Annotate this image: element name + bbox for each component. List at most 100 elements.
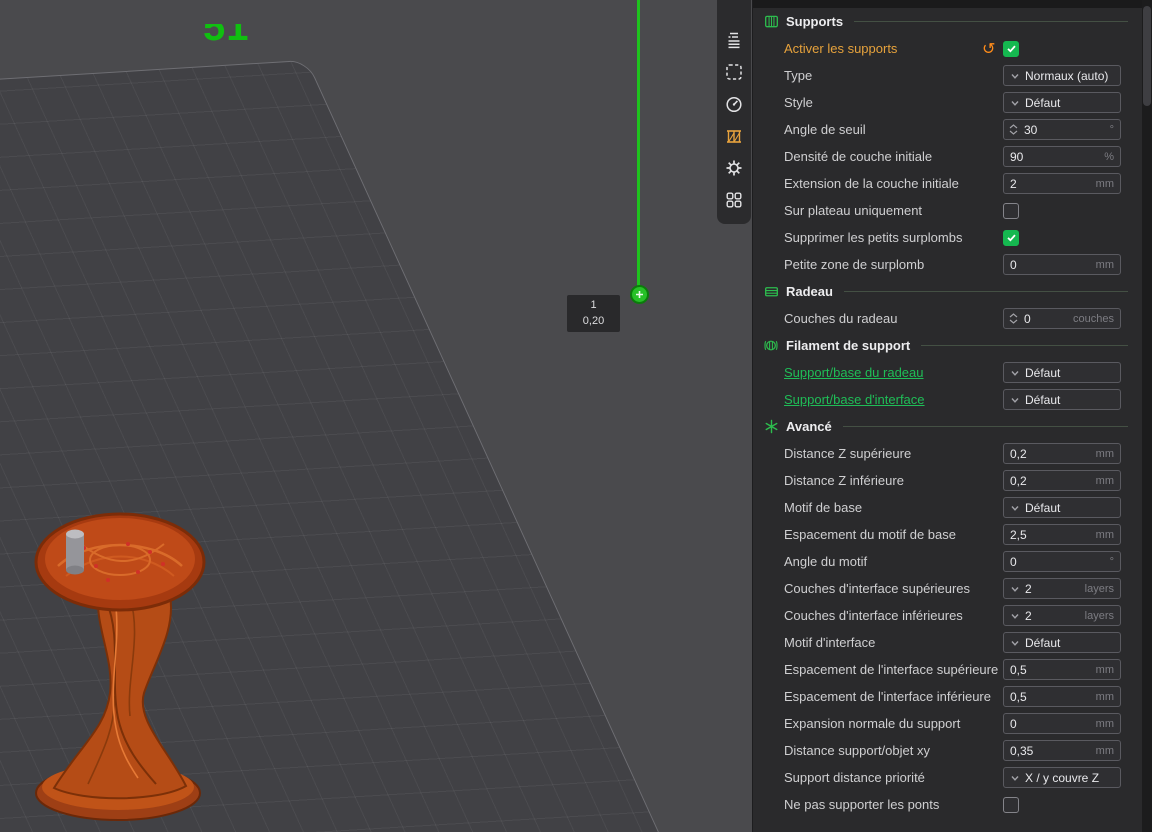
unit-label: %	[1104, 150, 1114, 163]
setting-label: Couches du radeau	[784, 311, 898, 326]
dropdown-value: Normaux (auto)	[1025, 68, 1109, 83]
viewport-3d[interactable]: 51 1 0,20	[0, 0, 752, 832]
input-value: 2	[1010, 176, 1017, 191]
filament-icon	[763, 338, 779, 354]
section-title: Supports	[786, 14, 844, 29]
toolbar-tab-quality[interactable]	[724, 32, 744, 52]
layer-height: 0,20	[582, 314, 605, 327]
support-base-du-radeau-dropdown[interactable]: Défaut	[1003, 362, 1121, 383]
couches-du-radeau-spinner[interactable]: 0 couches	[1003, 308, 1121, 329]
spinner-value: 0	[1024, 311, 1031, 326]
setting-row-supprimer-les-petits-surplombs: Supprimer les petits surplombs	[753, 224, 1142, 251]
strength-icon	[724, 62, 744, 87]
setting-row-extension-de-la-couche-initiale: Extension de la couche initiale 2 mm	[753, 170, 1142, 197]
distance-support-objet-xy-input[interactable]: 0,35 mm	[1003, 740, 1121, 761]
setting-row-distance-z-inferieure: Distance Z inférieure 0,2 mm	[753, 467, 1142, 494]
setting-label: Supprimer les petits surplombs	[784, 230, 963, 245]
setting-label: Type	[784, 68, 813, 83]
panel-top-strip	[753, 0, 1142, 8]
extension-de-la-couche-initiale-input[interactable]: 2 mm	[1003, 173, 1121, 194]
activer-les-supports-checkbox[interactable]	[1003, 40, 1019, 57]
input-value: 90	[1010, 149, 1024, 164]
setting-row-couches-d-interface-inferieures: Couches d'interface inférieures 2 layers	[753, 602, 1142, 629]
section-title: Avancé	[786, 419, 832, 434]
unit-label: mm	[1095, 663, 1114, 676]
setting-row-distance-z-superieure: Distance Z supérieure 0,2 mm	[753, 440, 1142, 467]
angle-de-seuil-spinner[interactable]: 30 °	[1003, 119, 1121, 140]
section-header-filament-de-support: Filament de support	[753, 332, 1142, 359]
sur-plateau-uniquement-checkbox[interactable]	[1003, 202, 1019, 219]
section-divider	[921, 345, 1128, 346]
unit-label: layers	[1084, 582, 1114, 595]
espacement-du-motif-de-base-input[interactable]: 2,5 mm	[1003, 524, 1121, 545]
setting-row-couches-d-interface-superieures: Couches d'interface supérieures 2 layers	[753, 575, 1142, 602]
setting-row-distance-support-objet-xy: Distance support/objet xy 0,35 mm	[753, 737, 1142, 764]
height-guide-line	[637, 0, 640, 292]
speed-icon	[724, 94, 744, 119]
input-value: 0	[1010, 257, 1017, 272]
chevron-down-icon	[1010, 773, 1020, 783]
setting-label: Sur plateau uniquement	[784, 203, 923, 218]
reset-icon[interactable]: ↺	[982, 40, 995, 57]
advanced-icon	[763, 419, 779, 435]
dropdown-value: Défaut	[1025, 392, 1061, 407]
slicer-app: 51 1 0,20 Supports Activer les supports …	[0, 0, 1152, 832]
input-value: 0,5	[1010, 689, 1027, 704]
model-object[interactable]	[18, 488, 248, 828]
toolbar-tab-others[interactable]	[724, 160, 744, 180]
type-dropdown[interactable]: Normaux (auto)	[1003, 65, 1121, 86]
setting-label: Espacement de l'interface inférieure	[784, 689, 991, 704]
unit-label: couches	[1073, 312, 1114, 325]
input-value: 0	[1010, 716, 1017, 731]
espacement-de-l-interface-inferieure-input[interactable]: 0,5 mm	[1003, 686, 1121, 707]
spinner-arrows-icon[interactable]	[1009, 124, 1018, 135]
input-value: 0	[1010, 554, 1017, 569]
ne-pas-supporter-les-ponts-checkbox[interactable]	[1003, 796, 1019, 813]
motif-d-interface-dropdown[interactable]: Défaut	[1003, 632, 1121, 653]
height-guide-handle[interactable]	[630, 285, 649, 304]
setting-row-style: Style Défaut	[753, 89, 1142, 116]
section-header-radeau: Radeau	[753, 278, 1142, 305]
section-header-supports: Supports	[753, 8, 1142, 35]
setting-label[interactable]: Support/base du radeau	[784, 364, 1001, 381]
spinner-value: 30	[1024, 122, 1038, 137]
gear-icon	[724, 158, 744, 183]
layer-tooltip: 1 0,20	[567, 295, 620, 332]
input-value: 2,5	[1010, 527, 1027, 542]
setting-label: Expansion normale du support	[784, 716, 961, 731]
couches-d-interface-inferieures-dropdown[interactable]: 2 layers	[1003, 605, 1121, 626]
setting-row-ne-pas-supporter-les-ponts: Ne pas supporter les ponts	[753, 791, 1142, 818]
unit-label: mm	[1095, 717, 1114, 730]
setting-label[interactable]: Support/base d'interface	[784, 391, 1001, 408]
expansion-normale-du-support-input[interactable]: 0 mm	[1003, 713, 1121, 734]
dimension-label: 51	[203, 24, 259, 54]
petite-zone-de-surplomb-input[interactable]: 0 mm	[1003, 254, 1121, 275]
distance-z-superieure-input[interactable]: 0,2 mm	[1003, 443, 1121, 464]
section-title: Radeau	[786, 284, 833, 299]
distance-z-inferieure-input[interactable]: 0,2 mm	[1003, 470, 1121, 491]
espacement-de-l-interface-superieure-input[interactable]: 0,5 mm	[1003, 659, 1121, 680]
chevron-down-icon	[1010, 638, 1020, 648]
toolbar-tab-strength[interactable]	[724, 62, 744, 87]
motif-de-base-dropdown[interactable]: Défaut	[1003, 497, 1121, 518]
setting-label: Style	[784, 95, 813, 110]
support-distance-priorite-dropdown[interactable]: X / y couvre Z	[1003, 767, 1121, 788]
spinner-arrows-icon[interactable]	[1009, 313, 1018, 324]
style-dropdown[interactable]: Défaut	[1003, 92, 1121, 113]
setting-label: Activer les supports	[784, 41, 898, 56]
unit-label: mm	[1095, 528, 1114, 541]
input-value: 0,35	[1010, 743, 1034, 758]
toolbar-tab-extras[interactable]	[724, 192, 744, 212]
couches-d-interface-superieures-dropdown[interactable]: 2 layers	[1003, 578, 1121, 599]
toolbar-tab-speed[interactable]	[724, 96, 744, 116]
supprimer-les-petits-surplombs-checkbox[interactable]	[1003, 229, 1019, 246]
panel-scrollbar[interactable]	[1142, 0, 1152, 832]
densite-de-couche-initiale-input[interactable]: 90%	[1003, 146, 1121, 167]
setting-row-espacement-de-l-interface-inferieure: Espacement de l'interface inférieure 0,5…	[753, 683, 1142, 710]
support-base-d-interface-dropdown[interactable]: Défaut	[1003, 389, 1121, 410]
toolbar-tab-support[interactable]	[724, 128, 744, 148]
setting-row-espacement-de-l-interface-superieure: Espacement de l'interface supérieure 0,5…	[753, 656, 1142, 683]
setting-label: Motif d'interface	[784, 635, 876, 650]
angle-du-motif-input[interactable]: 0 °	[1003, 551, 1121, 572]
scrollbar-thumb[interactable]	[1143, 6, 1151, 106]
